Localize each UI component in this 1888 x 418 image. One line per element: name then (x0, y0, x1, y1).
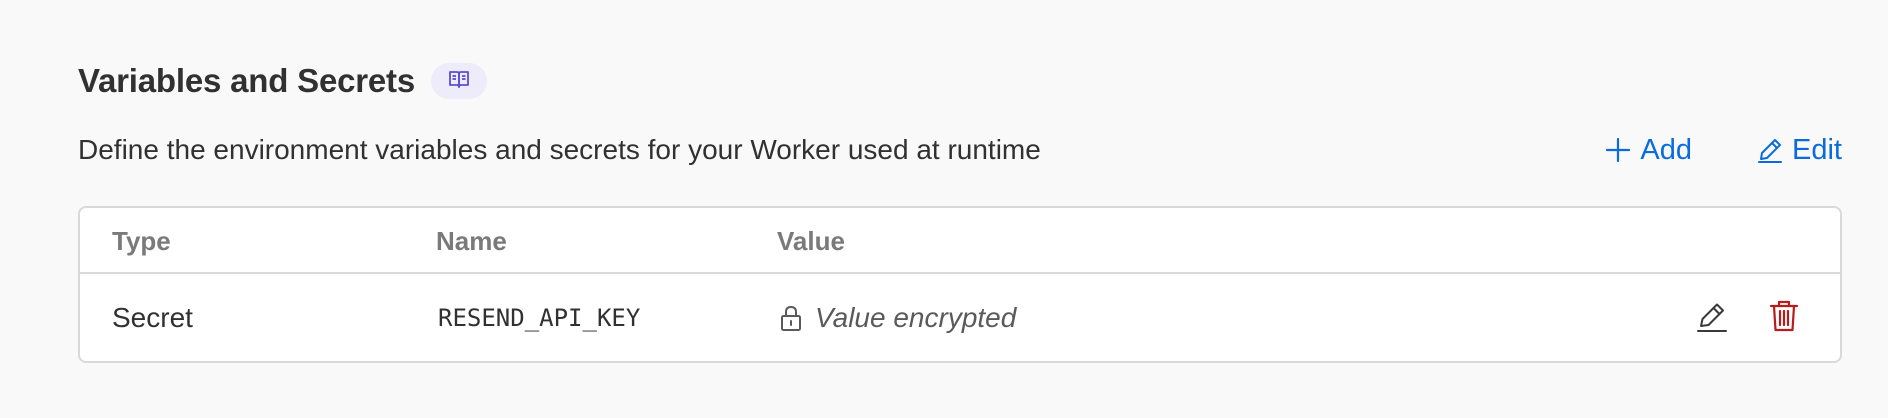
row-value-text: Value encrypted (815, 301, 1017, 333)
book-open-icon (448, 69, 470, 94)
delete-row-button[interactable] (1764, 298, 1804, 338)
lock-icon (779, 304, 803, 332)
row-actions (1692, 274, 1804, 361)
trash-icon (1769, 299, 1799, 336)
row-value: Value encrypted (779, 274, 1016, 361)
add-button-label: Add (1640, 133, 1693, 166)
row-name: RESEND_API_KEY (438, 303, 641, 332)
variables-secrets-section: Variables and Secrets Define the environ… (78, 0, 1842, 418)
variables-table: Type Name Value Secret RESEND_API_KEY Va… (78, 206, 1842, 363)
pencil-icon (1756, 136, 1784, 164)
row-type: Secret (112, 301, 193, 333)
section-description: Define the environment variables and sec… (78, 134, 1041, 165)
edit-button-label: Edit (1792, 133, 1842, 166)
section-title: Variables and Secrets (78, 62, 415, 99)
table-row: Secret RESEND_API_KEY Value encrypted (80, 274, 1840, 361)
description-row: Define the environment variables and sec… (78, 128, 1842, 172)
docs-link[interactable] (431, 63, 487, 99)
table-header: Type Name Value (80, 208, 1840, 274)
section-header: Variables and Secrets (78, 58, 487, 104)
add-button[interactable]: Add (1604, 134, 1692, 167)
column-header-type: Type (112, 225, 171, 256)
plus-icon (1604, 136, 1632, 164)
edit-row-button[interactable] (1692, 298, 1732, 338)
column-header-value: Value (777, 225, 845, 256)
column-header-name: Name (436, 225, 507, 256)
section-actions: Add Edit (1604, 134, 1842, 167)
edit-button[interactable]: Edit (1756, 134, 1842, 167)
pencil-icon (1695, 298, 1729, 337)
